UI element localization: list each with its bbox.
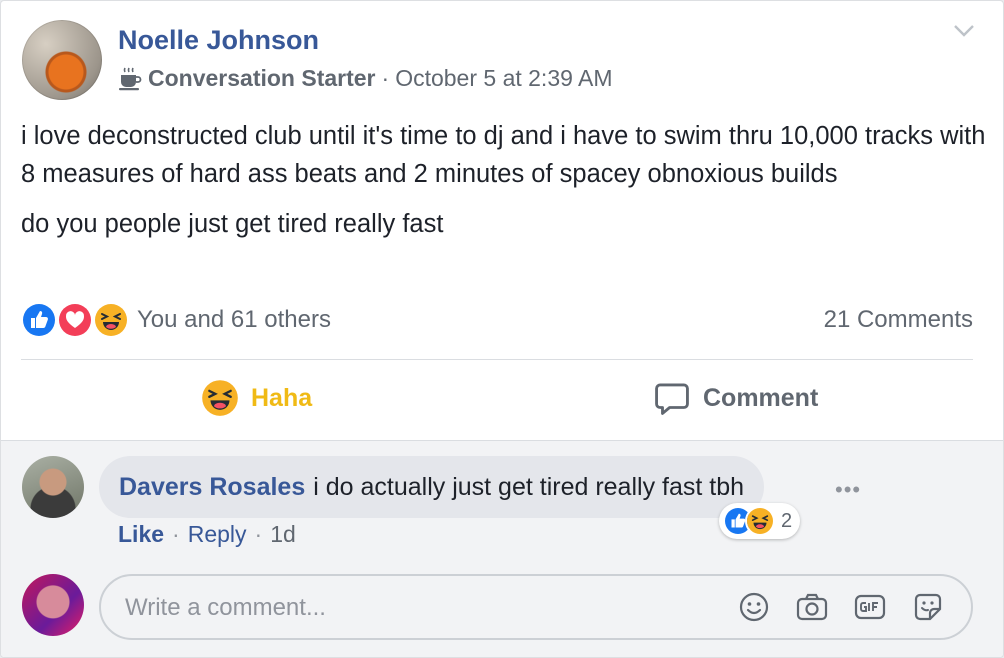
comment-input[interactable] — [123, 590, 727, 626]
post-paragraph: i love deconstructed club until it's tim… — [21, 122, 986, 188]
post-meta: Conversation Starter · October 5 at 2:39… — [118, 65, 613, 92]
post-timestamp[interactable]: October 5 at 2:39 AM — [395, 65, 612, 92]
comment-reactions-badge[interactable]: 2 — [719, 503, 801, 539]
commenter-name[interactable]: Davers Rosales — [119, 473, 305, 502]
commenter-avatar[interactable] — [22, 456, 84, 518]
reactions-summary-row: You and 61 others 21 Comments — [21, 301, 973, 341]
emoji-icon[interactable] — [737, 590, 771, 624]
haha-reaction-button[interactable]: Haha — [201, 379, 312, 417]
post-author-name[interactable]: Noelle Johnson — [118, 25, 319, 56]
comment-options-icon[interactable]: ••• — [835, 477, 861, 503]
author-avatar[interactable] — [22, 20, 102, 100]
comment-reaction-count: 2 — [781, 509, 793, 532]
comment-button[interactable]: Comment — [653, 379, 818, 417]
separator: · — [254, 521, 263, 547]
post-body: i love deconstructed club until it's tim… — [21, 117, 991, 255]
love-icon — [57, 302, 93, 338]
meta-separator: · — [381, 65, 390, 91]
haha-icon — [93, 302, 129, 338]
like-icon — [21, 302, 57, 338]
reactions-summary-text[interactable]: You and 61 others — [137, 306, 331, 334]
comment-text: i do actually just get tired really fast… — [313, 472, 745, 501]
comment-timestamp[interactable]: 1d — [270, 521, 296, 548]
comment-like-link[interactable]: Like — [118, 521, 164, 548]
comment-button-label: Comment — [703, 383, 819, 412]
post-paragraph: do you people just get tired really fast — [21, 210, 444, 238]
haha-icon — [745, 506, 775, 536]
separator: · — [172, 521, 180, 547]
composer-icons — [737, 590, 945, 624]
reaction-icons[interactable] — [21, 301, 133, 339]
current-user-avatar[interactable] — [22, 574, 84, 636]
sticker-icon[interactable] — [911, 590, 945, 624]
chevron-down-icon[interactable] — [953, 23, 975, 39]
post-card: Noelle Johnson Conversation Starter · Oc… — [0, 0, 1004, 658]
coffee-cup-icon — [119, 67, 142, 90]
comment-bubble: Davers Rosales i do actually just get ti… — [99, 456, 765, 518]
comment-reply-link[interactable]: Reply — [188, 521, 247, 548]
comments-count-link[interactable]: 21 Comments — [824, 306, 973, 334]
camera-icon[interactable] — [795, 590, 829, 624]
haha-icon — [202, 380, 238, 416]
comment-bubble-icon — [655, 383, 689, 415]
haha-button-label: Haha — [251, 383, 313, 412]
gif-icon[interactable] — [853, 590, 887, 624]
comment-actions: Like · Reply · 1d — [118, 521, 296, 548]
comment-composer[interactable] — [99, 574, 973, 640]
divider — [21, 359, 973, 360]
conversation-starter-badge[interactable]: Conversation Starter — [148, 65, 376, 92]
